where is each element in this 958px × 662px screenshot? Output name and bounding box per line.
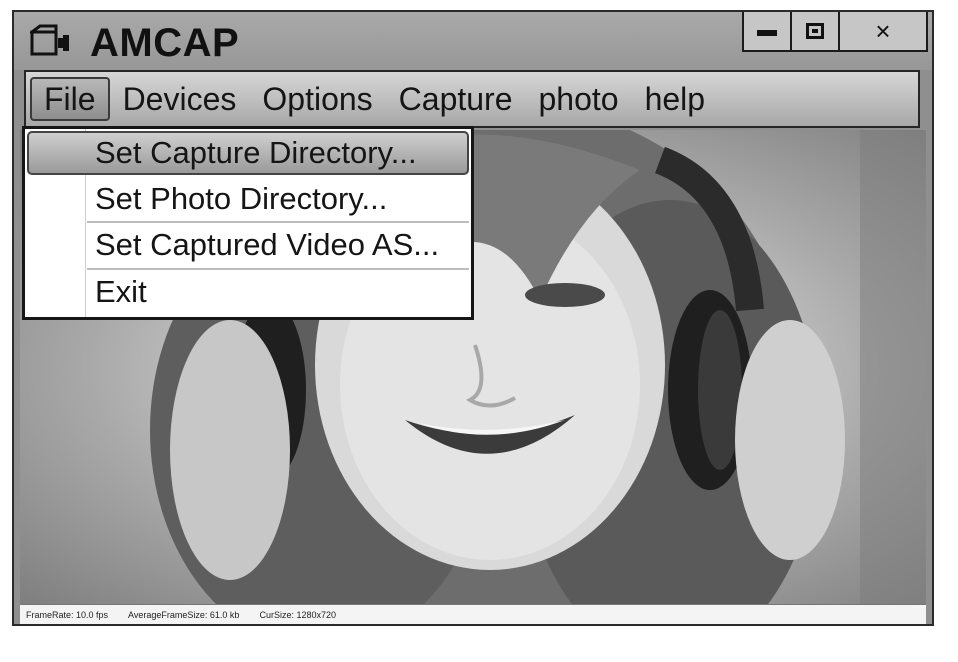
window-controls: × (742, 12, 928, 52)
menu-photo[interactable]: photo (526, 77, 632, 121)
close-button[interactable]: × (840, 12, 926, 50)
maximize-icon (806, 23, 824, 39)
menu-help[interactable]: help (632, 77, 719, 121)
maximize-button[interactable] (792, 12, 840, 50)
camera-icon (30, 24, 69, 56)
menu-item-set-captured-video-as[interactable]: Set Captured Video AS... (25, 223, 471, 267)
menu-file[interactable]: File (30, 77, 110, 121)
status-avg-frame-size: AverageFrameSize: 61.0 kb (128, 610, 240, 620)
menu-bar: File Devices Options Capture photo help (24, 70, 920, 128)
file-menu-dropdown: Set Capture Directory... Set Photo Direc… (22, 126, 474, 320)
close-icon: × (875, 16, 891, 46)
menu-item-set-capture-directory[interactable]: Set Capture Directory... (27, 131, 469, 175)
minimize-button[interactable] (744, 12, 792, 50)
status-frame-rate: FrameRate: 10.0 fps (26, 610, 109, 620)
title-bar[interactable]: AMCAP × (14, 12, 932, 70)
minimize-icon (757, 30, 777, 36)
menu-devices[interactable]: Devices (110, 77, 250, 121)
window-title: AMCAP (90, 21, 240, 65)
status-bar: FrameRate: 10.0 fps AverageFrameSize: 61… (20, 604, 926, 624)
menu-options[interactable]: Options (249, 77, 385, 121)
menu-capture[interactable]: Capture (386, 77, 526, 121)
menu-item-exit[interactable]: Exit (25, 270, 471, 314)
menu-item-set-photo-directory[interactable]: Set Photo Directory... (25, 177, 471, 221)
status-cur-size: CurSize: 1280x720 (259, 610, 337, 620)
